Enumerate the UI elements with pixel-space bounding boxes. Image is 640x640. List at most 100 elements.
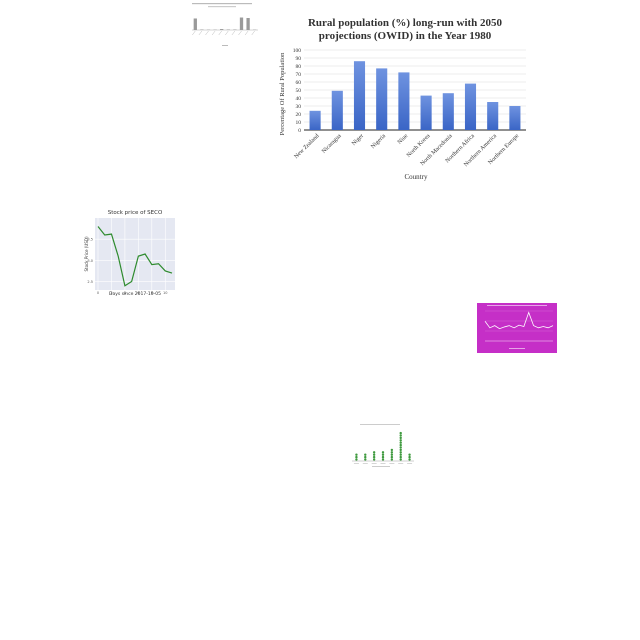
dot-mark — [399, 443, 402, 447]
bar-north-macedonia — [442, 93, 454, 130]
y-tick-label: 100 — [293, 48, 302, 54]
y-tick-label: 70 — [296, 72, 302, 78]
thumb-bar — [220, 29, 224, 30]
dot-mark — [381, 455, 385, 459]
bar-nigeria — [376, 68, 388, 130]
stock-x-label: Days since 2017-10-05 — [109, 291, 161, 297]
dot-mark — [408, 455, 411, 459]
magenta-line-chart — [477, 303, 557, 353]
y-tick-label: 0 — [298, 128, 301, 134]
bar-niger — [353, 61, 366, 131]
dot-mark — [399, 448, 402, 452]
dot-tick-label — [362, 463, 368, 464]
stock-x-tick-label: 10 — [163, 291, 167, 295]
dot-tick-label — [398, 463, 404, 464]
x-tick-label: Nigeria — [370, 133, 387, 150]
bar-nicaragua — [331, 90, 343, 130]
dot-tick-label — [389, 463, 395, 464]
green-dot-chart — [342, 423, 418, 469]
dot-mark — [372, 451, 376, 454]
dot-tick-label — [371, 463, 377, 464]
dot-mark — [390, 458, 394, 461]
dot-tick-label — [353, 463, 359, 464]
bar-northern-africa — [464, 83, 477, 130]
thumb-tick-label — [238, 30, 242, 36]
dot-title-mark — [360, 424, 400, 425]
thumb-tick-label — [244, 30, 249, 36]
green-dot-chart-svg — [352, 424, 414, 467]
dot-mark — [355, 453, 358, 456]
thumb-bar — [239, 17, 244, 30]
x-tick-label: Niger — [351, 133, 365, 147]
stock-line-chart-svg: Stock price of SECO 2.53.03.50 2 4 6 8 10 Sto… — [84, 210, 175, 297]
dot-tick-label — [380, 463, 386, 464]
stock-plot-area — [95, 218, 175, 290]
stock-x-tick-label: 0 — [97, 291, 99, 295]
dot-tick-label — [407, 463, 413, 464]
y-tick-label: 20 — [296, 112, 302, 118]
stock-line-chart: Stock price of SECO 2.5 3.0 3.5 0 2 4 6 8 10 Sto… — [80, 205, 180, 297]
y-tick-label: 90 — [296, 56, 302, 62]
y-tick-label: 40 — [296, 96, 302, 102]
dot-mark — [364, 455, 367, 459]
dot-mark — [408, 458, 411, 461]
chart-title-line-2: projections (OWID) in the Year 1980 — [319, 30, 492, 42]
dot-mark — [364, 453, 367, 456]
dot-mark — [390, 448, 394, 452]
dot-mark — [399, 446, 402, 449]
thumb-bar — [193, 18, 197, 30]
dot-mark — [399, 451, 402, 454]
thumb-tick-label — [205, 30, 209, 36]
magenta-line-chart-svg — [477, 303, 557, 353]
dot-mark — [399, 434, 402, 437]
y-tick-label: 60 — [296, 80, 302, 86]
dot-mark — [355, 458, 358, 461]
x-axis-label: Country — [405, 173, 428, 181]
thumb-x-label-mark — [222, 45, 228, 46]
dot-mark — [372, 458, 376, 461]
y-tick-label: 30 — [296, 104, 302, 110]
dot-mark — [381, 458, 385, 461]
thumb-title-mark — [208, 6, 236, 8]
stock-y-label: Stock Price (USD) — [84, 236, 89, 271]
y-axis-label: Percentage Of Rural Population — [279, 52, 286, 136]
dot-mark — [364, 458, 367, 461]
dot-mark — [381, 451, 385, 454]
bar-niue — [398, 72, 410, 130]
dot-mark — [399, 436, 402, 440]
thumb-tick-label — [192, 30, 196, 36]
dot-x-label-mark — [372, 466, 390, 467]
main-bar-chart-svg: Rural population (%) long-run with 2050 … — [279, 17, 526, 181]
bar-north-korea — [420, 95, 432, 130]
dot-mark — [390, 453, 394, 456]
thumb-tick-label — [231, 30, 236, 36]
dot-mark — [399, 439, 402, 442]
thumb-tick-label — [211, 30, 216, 36]
thumbnail-bar-chart-svg — [192, 3, 258, 46]
dot-mark — [390, 455, 394, 459]
dot-mark — [399, 455, 402, 459]
thumb-tick-label — [218, 30, 222, 36]
dot-mark — [408, 453, 411, 456]
dot-mark — [399, 458, 402, 461]
thumb-tick-label — [225, 30, 229, 36]
y-tick-label: 50 — [296, 88, 302, 94]
magenta-background — [477, 303, 557, 353]
bar-northern-america — [487, 102, 499, 130]
main-bar-chart: Rural population (%) long-run with 2050 … — [270, 10, 540, 185]
dot-mark — [399, 441, 402, 444]
mag-title-mark — [487, 305, 547, 306]
thumb-tick-label — [251, 30, 255, 36]
bar-northern-europe — [509, 106, 521, 130]
stock-y-tick-label: 2.5 — [87, 280, 93, 284]
dot-mark — [390, 451, 394, 454]
mag-x-label-mark — [509, 348, 525, 349]
y-tick-label: 80 — [296, 64, 302, 70]
dot-mark — [372, 455, 376, 459]
thumb-tick-label — [198, 30, 203, 36]
chart-title-line: Rural population (%) long-run with 2050 — [308, 17, 503, 29]
dot-mark — [372, 453, 376, 456]
dot-mark — [399, 453, 402, 456]
stock-chart-title: Stock price of SECO — [108, 210, 163, 216]
thumb-title-mark — [192, 3, 252, 5]
